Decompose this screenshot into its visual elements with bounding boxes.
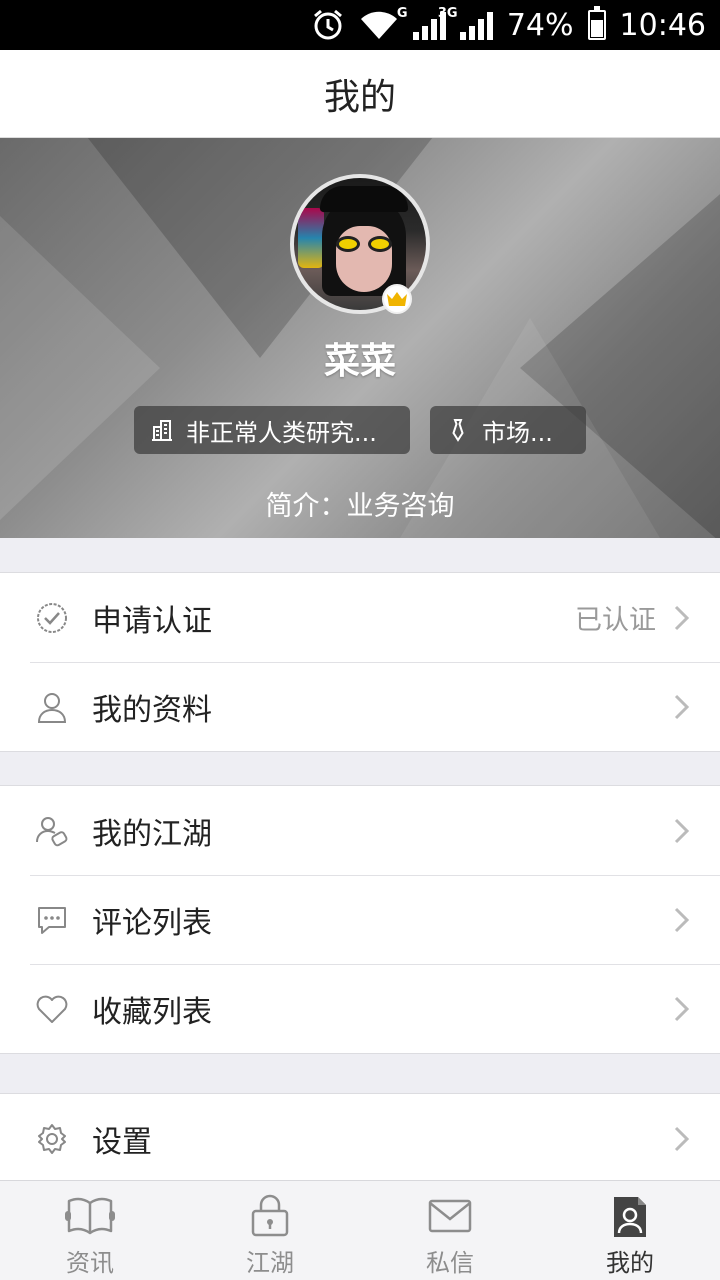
user-icon — [34, 689, 70, 725]
user-bio: 简介：业务咨询 — [265, 491, 455, 522]
menu-item-favorites[interactable]: 收藏列表 — [0, 964, 720, 1053]
tie-icon — [452, 419, 464, 442]
tab-label: 我的 — [606, 1249, 654, 1277]
chevron-right-icon — [674, 605, 690, 630]
crown-icon — [382, 284, 412, 314]
wifi-icon — [359, 8, 399, 42]
book-icon — [65, 1197, 115, 1235]
building-icon — [152, 420, 172, 441]
comment-bubble-icon — [34, 902, 70, 938]
tab-label: 江湖 — [246, 1249, 294, 1277]
position-chip[interactable]: 市场... — [430, 406, 586, 454]
gear-icon — [34, 1121, 70, 1157]
heart-icon — [34, 991, 70, 1027]
account-menu-group: 申请认证 已认证 我的资料 — [0, 572, 720, 752]
tab-news[interactable]: 资讯 — [0, 1181, 180, 1280]
company-chip[interactable]: 非正常人类研究... — [134, 406, 410, 454]
menu-item-label: 评论列表 — [92, 905, 212, 941]
position-name: 市场... — [482, 418, 553, 447]
company-name: 非正常人类研究... — [186, 418, 377, 447]
chevron-right-icon — [674, 694, 690, 719]
tab-jianghu[interactable]: 江湖 — [180, 1181, 360, 1280]
user-name: 菜菜 — [323, 341, 396, 382]
chevron-right-icon — [674, 818, 690, 843]
alarm-icon — [311, 8, 345, 42]
battery-icon — [587, 6, 606, 40]
verified-check-icon — [34, 600, 70, 636]
chevron-right-icon — [674, 907, 690, 932]
battery-percent: 74% — [506, 7, 574, 43]
activity-menu-group: 我的江湖 评论列表 收藏列表 — [0, 785, 720, 1054]
menu-item-comments[interactable]: 评论列表 — [0, 875, 720, 964]
menu-item-label: 设置 — [92, 1124, 152, 1160]
tab-messages[interactable]: 私信 — [360, 1181, 540, 1280]
menu-item-label: 我的资料 — [92, 692, 212, 728]
tab-label: 私信 — [426, 1249, 474, 1277]
tab-label: 资讯 — [66, 1249, 114, 1277]
chevron-right-icon — [674, 1126, 690, 1151]
menu-item-label: 我的江湖 — [92, 816, 212, 852]
signal-3g-icon: 3G — [438, 6, 493, 40]
certify-status: 已认证 — [575, 605, 656, 636]
clock: 10:46 — [619, 7, 706, 43]
page-title: 我的 — [0, 50, 720, 138]
user-handshake-icon — [34, 813, 70, 849]
menu-item-label: 申请认证 — [92, 603, 212, 639]
bottom-tab-bar: 资讯 江湖 私信 我的 — [0, 1180, 720, 1280]
lock-icon — [251, 1194, 289, 1237]
profile-card-icon — [614, 1197, 646, 1237]
menu-item-certify[interactable]: 申请认证 已认证 — [0, 573, 720, 662]
mail-icon — [428, 1199, 472, 1233]
menu-item-my-jianghu[interactable]: 我的江湖 — [0, 786, 720, 875]
chevron-right-icon — [674, 996, 690, 1021]
tab-mine[interactable]: 我的 — [540, 1181, 720, 1280]
menu-item-settings[interactable]: 设置 — [0, 1094, 720, 1183]
menu-item-my-profile[interactable]: 我的资料 — [0, 662, 720, 751]
menu-item-label: 收藏列表 — [92, 994, 212, 1030]
settings-menu-group: 设置 — [0, 1093, 720, 1183]
profile-banner: 菜菜 非正常人类研究... 市场... 简介：业务咨询 — [0, 138, 720, 538]
status-bar: G 3G 74% 10:46 — [0, 0, 720, 50]
